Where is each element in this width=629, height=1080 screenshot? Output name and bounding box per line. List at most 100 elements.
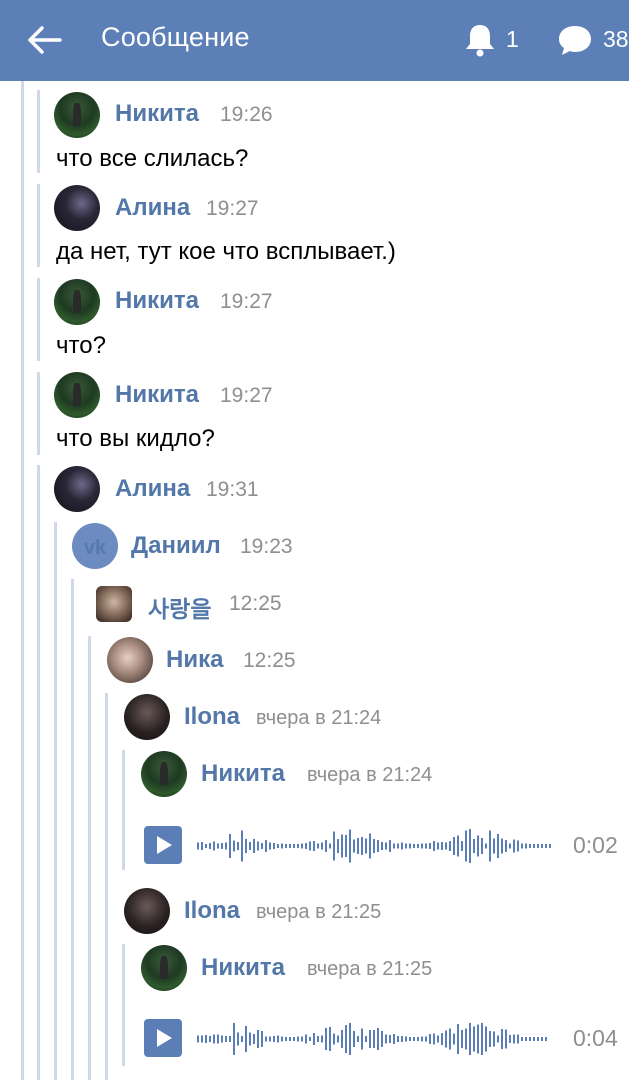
waveform-bar	[213, 1034, 215, 1044]
waveform-bar	[501, 838, 503, 854]
avatar[interactable]	[54, 92, 100, 138]
avatar[interactable]	[124, 694, 170, 740]
avatar[interactable]	[141, 751, 187, 797]
sender-name[interactable]: Никита	[115, 287, 199, 315]
waveform-bar	[521, 843, 523, 849]
play-button[interactable]	[144, 1019, 182, 1057]
message-time: 19:27	[220, 384, 273, 407]
waveform-bar	[537, 1037, 539, 1041]
message-time: 19:26	[220, 103, 273, 126]
waveform-bar	[405, 1036, 407, 1042]
waveform-bar	[313, 1033, 315, 1045]
waveform-bar	[453, 837, 455, 855]
waveform-bar	[265, 1036, 267, 1042]
avatar[interactable]	[107, 637, 153, 683]
waveform-bar	[281, 843, 283, 849]
waveform-bar	[237, 842, 239, 850]
thread-line	[37, 90, 40, 173]
waveform-bar	[353, 839, 355, 853]
voice-waveform[interactable]	[197, 1019, 551, 1059]
bell-icon[interactable]	[462, 22, 498, 58]
waveform-bar	[289, 1037, 291, 1041]
waveform-bar	[253, 839, 255, 853]
waveform-bar	[309, 1037, 311, 1041]
waveform-bar	[433, 841, 435, 851]
waveform-bar	[369, 833, 371, 859]
waveform-bar	[465, 830, 467, 862]
waveform-bar	[349, 1023, 351, 1055]
message-time: вчера в 21:24	[307, 764, 433, 786]
sender-name[interactable]: Никита	[115, 100, 199, 128]
waveform-bar	[481, 838, 483, 854]
thread-line	[122, 750, 125, 870]
waveform-bar	[333, 831, 335, 861]
message-time: 12:25	[229, 592, 282, 615]
thread-line	[37, 372, 40, 455]
waveform-bar	[509, 843, 511, 849]
sender-name[interactable]: Ilona	[184, 703, 240, 731]
sender-name[interactable]: Алина	[115, 475, 190, 503]
avatar[interactable]	[54, 185, 100, 231]
waveform-bar	[429, 1034, 431, 1044]
sender-name[interactable]: Никита	[201, 954, 285, 982]
waveform-bar	[461, 1030, 463, 1048]
waveform-bar	[377, 840, 379, 852]
waveform-bar	[209, 1036, 211, 1042]
sender-name[interactable]: Никита	[201, 760, 285, 788]
waveform-bar	[217, 843, 219, 849]
voice-waveform[interactable]	[197, 826, 555, 866]
waveform-bar	[485, 1026, 487, 1052]
avatar[interactable]	[54, 279, 100, 325]
avatar[interactable]	[72, 523, 118, 569]
avatar[interactable]	[96, 586, 132, 622]
waveform-bar	[413, 1037, 415, 1041]
sender-name[interactable]: Ника	[166, 646, 223, 674]
waveform-bar	[321, 1035, 323, 1043]
waveform-bar	[361, 1028, 363, 1050]
sender-name[interactable]: Ilona	[184, 897, 240, 925]
waveform-bar	[297, 1036, 299, 1042]
waveform-bar	[369, 1030, 371, 1048]
sender-name[interactable]: Алина	[115, 194, 190, 222]
waveform-bar	[489, 830, 491, 862]
waveform-bar	[353, 1031, 355, 1047]
waveform-bar	[541, 844, 543, 848]
waveform-bar	[517, 840, 519, 852]
back-arrow-icon[interactable]	[26, 24, 62, 56]
avatar[interactable]	[54, 466, 100, 512]
waveform-bar	[493, 1031, 495, 1047]
waveform-bar	[301, 843, 303, 849]
waveform-bar	[549, 844, 551, 848]
sender-name[interactable]: Никита	[115, 381, 199, 409]
thread-line	[105, 693, 108, 1080]
thread-line	[37, 184, 40, 267]
waveform-bar	[321, 842, 323, 850]
waveform-bar	[525, 1037, 527, 1041]
waveform-bar	[449, 841, 451, 851]
avatar[interactable]	[124, 888, 170, 934]
waveform-bar	[469, 1023, 471, 1055]
waveform-bar	[481, 1023, 483, 1055]
waveform-bar	[489, 1031, 491, 1047]
waveform-bar	[273, 843, 275, 849]
waveform-bar	[249, 842, 251, 850]
waveform-bar	[417, 844, 419, 848]
sender-name[interactable]: 사랑을	[148, 590, 211, 624]
notifications-count: 1	[506, 26, 519, 52]
message-time: 12:25	[243, 649, 296, 672]
waveform-bar	[425, 1036, 427, 1042]
play-button[interactable]	[144, 826, 182, 864]
waveform-bar	[509, 1035, 511, 1043]
waveform-bar	[457, 835, 459, 857]
waveform-bar	[241, 830, 243, 862]
message-text: что все слилась?	[56, 145, 249, 172]
waveform-bar	[289, 844, 291, 848]
sender-name[interactable]: Даниил	[131, 532, 221, 560]
waveform-bar	[357, 1036, 359, 1042]
waveform-bar	[377, 1028, 379, 1050]
waveform-bar	[325, 1028, 327, 1050]
speech-bubble-icon[interactable]	[556, 22, 594, 58]
waveform-bar	[477, 835, 479, 857]
avatar[interactable]	[141, 945, 187, 991]
avatar[interactable]	[54, 372, 100, 418]
